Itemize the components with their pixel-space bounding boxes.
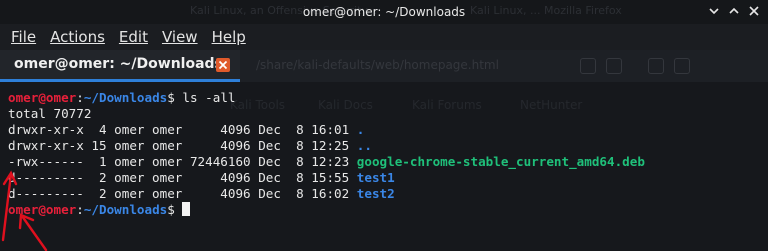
- background-url-ghost: /share/kali-defaults/web/homepage.html: [256, 58, 499, 72]
- prompt-path: ~/Downloads: [83, 90, 168, 105]
- terminal-area[interactable]: Kali Tools Kali Docs Kali Forums NetHunt…: [0, 82, 768, 251]
- close-window-button[interactable]: [746, 3, 762, 19]
- window-title: omer@omer: ~/Downloads: [302, 5, 466, 19]
- terminal-command-line: omer@omer:~/Downloads$ ls -all: [8, 90, 236, 106]
- file-meta: drwxr-xr-x 4 omer omer 4096 Dec 8 16:01: [8, 122, 357, 137]
- bookmark-icon: [580, 58, 596, 74]
- minimize-button[interactable]: [706, 3, 722, 19]
- annotation-arrow: [20, 214, 48, 251]
- chevron-down-icon: [709, 8, 719, 15]
- file-meta: d--------- 2 omer omer 4096 Dec 8 15:55: [8, 170, 357, 185]
- background-bookmark-ghost: NetHunter: [520, 98, 583, 112]
- typed-command: ls -all: [174, 90, 236, 105]
- terminal-listing-row: d--------- 2 omer omer 4096 Dec 8 15:55 …: [8, 170, 395, 186]
- prompt-separator: :: [76, 90, 84, 105]
- terminal-listing-row: drwxr-xr-x 15 omer omer 4096 Dec 8 12:25…: [8, 138, 372, 154]
- maximize-button[interactable]: [726, 3, 742, 19]
- file-name: google-chrome-stable_current_amd64.deb: [356, 154, 645, 169]
- file-meta: -rwx------ 1 omer omer 72446160 Dec 8 12…: [8, 154, 357, 169]
- background-bookmark-ghost: Kali Tools: [230, 98, 286, 112]
- window-titlebar: Kali Linux, an Offensive Security... Kal…: [0, 0, 768, 24]
- terminal-output-total: total 70772: [8, 106, 92, 121]
- menu-edit[interactable]: Edit: [119, 28, 148, 46]
- file-name: test1: [356, 170, 395, 185]
- background-bookmark-ghost: Kali Docs: [318, 98, 373, 112]
- file-name: .: [356, 122, 365, 137]
- close-icon: [749, 6, 759, 16]
- menu-bar: File Actions Edit View Help: [0, 24, 768, 50]
- prompt-separator: :: [76, 202, 84, 217]
- extension-icon: [606, 58, 622, 74]
- file-name: test2: [356, 186, 395, 201]
- tab-close-button[interactable]: [216, 58, 230, 72]
- tab-bar: omer@omer: ~/Downloads /share/kali-defau…: [0, 50, 768, 82]
- menu-file[interactable]: File: [11, 28, 36, 46]
- prompt-path: ~/Downloads: [83, 202, 168, 217]
- file-meta: drwxr-xr-x 15 omer omer 4096 Dec 8 12:25: [8, 138, 357, 153]
- sidebar-icon: [674, 58, 690, 74]
- terminal-listing-row: d--------- 2 omer omer 4096 Dec 8 16:02 …: [8, 186, 395, 202]
- menu-actions[interactable]: Actions: [50, 28, 105, 46]
- prompt-symbol: $: [167, 202, 175, 217]
- terminal-listing-row: drwxr-xr-x 4 omer omer 4096 Dec 8 16:01 …: [8, 122, 364, 138]
- prompt-symbol: $: [167, 90, 175, 105]
- file-name: ..: [356, 138, 372, 153]
- tab-downloads[interactable]: omer@omer: ~/Downloads: [0, 50, 240, 82]
- library-icon: [648, 58, 664, 74]
- file-meta: d--------- 2 omer omer 4096 Dec 8 16:02: [8, 186, 357, 201]
- prompt-user: omer@omer: [8, 90, 77, 105]
- background-bookmark-ghost: Kali Forums: [412, 98, 482, 112]
- text-cursor: [182, 202, 191, 216]
- menu-help[interactable]: Help: [212, 28, 246, 46]
- menu-view[interactable]: View: [162, 28, 198, 46]
- terminal-listing-row: -rwx------ 1 omer omer 72446160 Dec 8 12…: [8, 154, 645, 170]
- close-icon: [218, 60, 228, 70]
- annotation-arrows: [1, 170, 48, 251]
- tab-label: omer@omer: ~/Downloads: [14, 56, 223, 72]
- chevron-up-icon: [729, 7, 739, 14]
